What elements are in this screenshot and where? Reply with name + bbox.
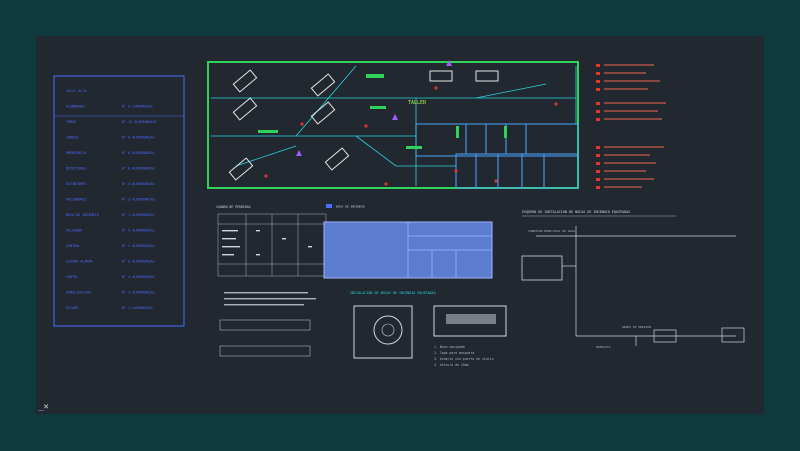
left-table-value: N° 8 LUMINARIAS — [122, 105, 153, 109]
left-table-label: PULSADOR — [66, 229, 83, 233]
left-table-label: DETECTORES — [66, 167, 86, 171]
left-table-label: SEÑALIZACION — [66, 290, 91, 295]
left-table-value: N° 1 ALUMINARIAS — [122, 213, 155, 217]
left-table-label: CARTEL — [66, 275, 78, 279]
instalacion-title: INSTALACION DE BOCAS DE INCENDIO EQUIPAD… — [350, 291, 436, 295]
left-table-value: N° 12 ALUMINARIAS — [122, 120, 157, 124]
left-table-value: N° 6 ALUMINARIAS — [122, 260, 155, 264]
left-table-label: ESCAPE — [66, 306, 78, 310]
left-table-label: CALLE ALTA — [66, 89, 86, 93]
left-table-label: EMERGENCIA — [66, 151, 86, 155]
left-table-value: N° 9 ALUMINARIAS — [122, 229, 155, 233]
left-table-value: N° 8 ALUMINARIAS — [122, 136, 155, 140]
note-line: 1. Boca equipada — [434, 345, 465, 349]
left-table-label: ROCIADORES — [66, 198, 86, 202]
left-table-value: N° 6 ALUMINARIAS — [122, 167, 155, 171]
instalacion-detail: INSTALACION DE BOCAS DE INCENDIO EQUIPAD… — [219, 291, 507, 367]
left-table: CALLE ALTA ALUMBRADO N° 8 LUMINARIAS TOMAS N… — [53, 75, 185, 327]
left-table-label: CENTRAL — [66, 244, 80, 248]
left-table-label: SIRENA ALARMA — [66, 260, 93, 264]
grupo-presion-label: GRUPO DE PRESION — [622, 325, 651, 329]
note-line: 4. Valvula de 25mm — [434, 363, 469, 367]
left-table-label: CAMBIO — [66, 136, 78, 140]
note-line: 2. Tapa para manguera — [434, 351, 474, 355]
cuadro-title: CUADRO DE PERDIDAS — [216, 205, 251, 209]
left-table-value: N° 4 ALUMINARIAS — [122, 182, 155, 186]
left-table-label: BOCA DE INCENDIO — [66, 213, 99, 217]
schematic: ESQUEMA DE INSTALACION DE BOCAS DE INCEN… — [521, 210, 745, 349]
building-block: BOCA DE INCENDIO — [323, 204, 493, 279]
left-table-value: N° 2 ALUMINARIAS — [122, 244, 155, 248]
left-table-label: ALUMBRADO — [66, 105, 84, 109]
conexion-label: CONEXION MUNICIPAL DE AGUA — [528, 229, 575, 233]
floor-plan: TALLER — [207, 60, 579, 189]
left-table-value: N° 4 ALUMINARIAS — [122, 275, 155, 279]
cad-drawing: CALLE ALTA ALUMBRADO N° 8 LUMINARIAS TOMAS N… — [53, 60, 745, 367]
ucs-axis-icon: _✕ — [38, 402, 49, 412]
left-table-label: EXTINTORES — [66, 182, 86, 186]
deposito-label: DEPOSITO — [596, 345, 611, 349]
esquema-title: ESQUEMA DE INSTALACION DE BOCAS DE INCEN… — [522, 210, 630, 214]
left-table-value: N° 8 ALUMINARIAS — [122, 151, 155, 155]
drawing-viewport[interactable]: CALLE ALTA ALUMBRADO N° 8 LUMINARIAS TOMAS N… — [36, 36, 764, 414]
left-table-value: N° 3 ALUMINARIAS — [122, 198, 155, 202]
left-table-label: TOMAS — [66, 120, 76, 124]
left-table-value: N° 3 ALUMINARIAS — [122, 291, 155, 295]
right-legend — [596, 64, 666, 189]
legend-chip-label: BOCA DE INCENDIO — [336, 205, 365, 209]
left-table-value: N° 1 LUMINARIAS — [122, 306, 153, 310]
note-line: 3. Armario con puerta de vidrio — [434, 357, 494, 361]
center-table: CUADRO DE PERDIDAS — [216, 205, 327, 277]
plan-room-label: TALLER — [408, 100, 427, 106]
